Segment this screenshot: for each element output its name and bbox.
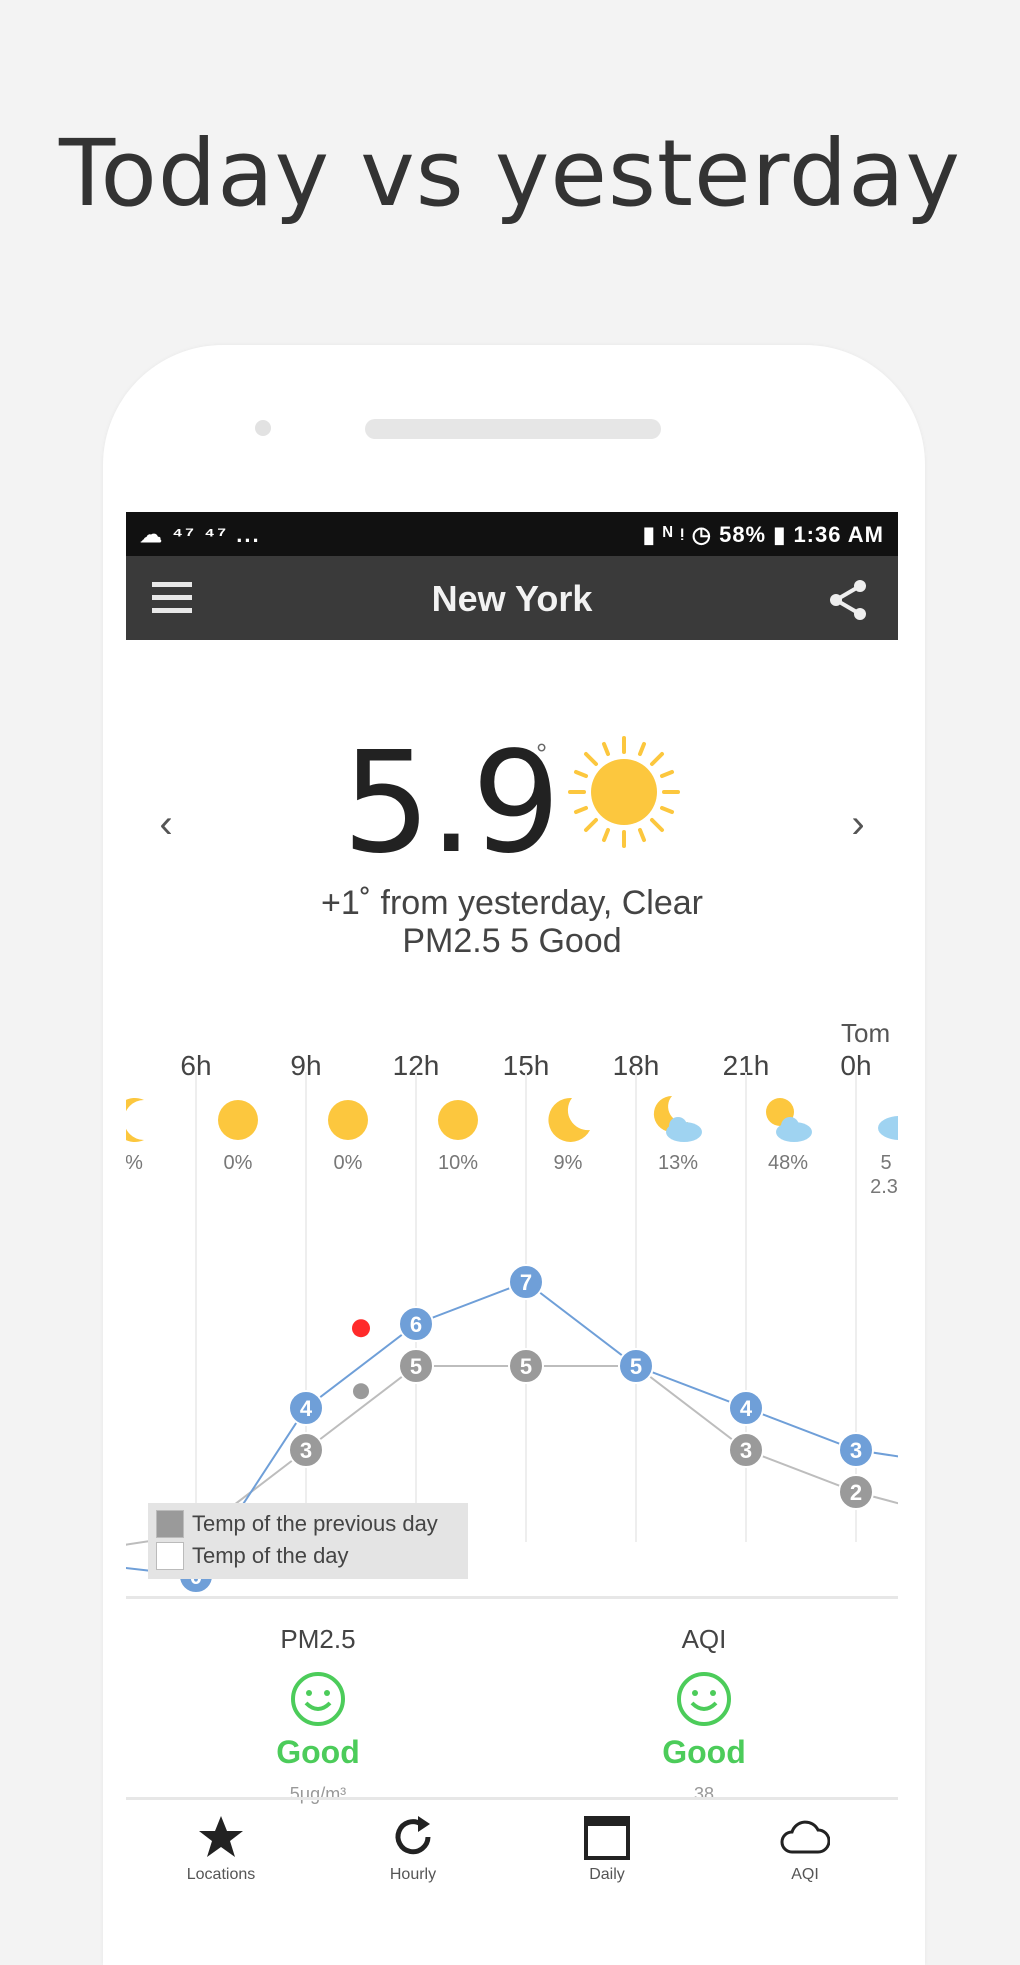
previous-day-series-point-label: 3 [300,1438,312,1463]
tab-hourly[interactable]: Hourly [338,1808,488,1898]
share-icon[interactable] [824,576,872,624]
previous-location-button[interactable]: ‹ [146,802,186,847]
pm25-value: 5μg/m³ [289,1784,347,1804]
chart-legend: Temp of the previous day Temp of the day [148,1503,468,1579]
tab-label: Hourly [389,1866,437,1883]
tab-label: Daily [589,1866,625,1883]
status-bar-right: ▮ ᴺ ᵎ ◷ 58% ▮ 1:36 AM [642,522,884,547]
legend-swatch-today [156,1542,184,1570]
divider [126,1596,898,1599]
tab-label: Locations [186,1866,256,1883]
tab-daily[interactable]: Daily [532,1808,682,1898]
calendar-icon [584,1816,630,1860]
today-series-point-label: 4 [300,1396,313,1421]
air-summary: PM2.5 5 Good [402,922,622,960]
pm25-label: PM2.5 [280,1624,356,1654]
tab-locations[interactable]: Locations [146,1808,296,1898]
today-series-point-label: 7 [520,1270,532,1295]
headline: Today vs yesterday [58,120,962,227]
tomorrow-label: Tom [841,1018,891,1048]
sun-icon [568,736,680,848]
smile-icon [291,1672,345,1726]
legend-swatch-previous [156,1510,184,1538]
previous-day-series-point-label: 3 [740,1438,752,1463]
cloud-icon [780,1820,830,1854]
aqi-status: Good [662,1734,746,1770]
previous-day-series-point-label: 2 [850,1480,862,1505]
app-bar: New York [126,556,898,640]
city-title: New York [431,578,593,619]
legend-label-today: Temp of the day [192,1543,349,1568]
today-series-point-label: 4 [740,1396,753,1421]
aqi-value: 38 [693,1784,715,1804]
refresh-icon [395,1816,431,1855]
status-bar-left: ☁ ⁴⁷ ⁴⁷ ... [140,522,261,547]
today-series-point-label: 3 [850,1438,862,1463]
temperature-unit: ° [536,738,548,769]
aqi-label: AQI [681,1624,727,1654]
current-temperature-marker [352,1319,370,1338]
star-icon [199,1816,243,1857]
previous-day-current-point [353,1383,369,1400]
today-series-point-label: 6 [410,1312,422,1337]
today-series-point-label: 5 [630,1354,642,1379]
pm25-status: Good [276,1734,360,1770]
previous-day-series-point-label: 5 [410,1354,422,1379]
tab-aqi[interactable]: AQI [730,1808,880,1898]
previous-day-series-point-label: 5 [520,1354,532,1379]
smile-icon [677,1672,731,1726]
temperature-summary: +1˚ from yesterday, Clear [320,884,703,922]
tab-label: AQI [791,1866,819,1883]
earpiece [365,419,661,439]
divider [126,1797,898,1800]
legend-label-previous: Temp of the previous day [192,1511,438,1536]
current-temperature: 5.9 [342,722,561,885]
next-location-button[interactable]: › [838,802,878,847]
front-camera [255,420,271,436]
status-bar: ☁ ⁴⁷ ⁴⁷ ... ▮ ᴺ ᵎ ◷ 58% ▮ 1:36 AM [126,512,898,556]
app-screen: ☁ ⁴⁷ ⁴⁷ ... ▮ ᴺ ᵎ ◷ 58% ▮ 1:36 AM New Yo… [126,512,898,1899]
